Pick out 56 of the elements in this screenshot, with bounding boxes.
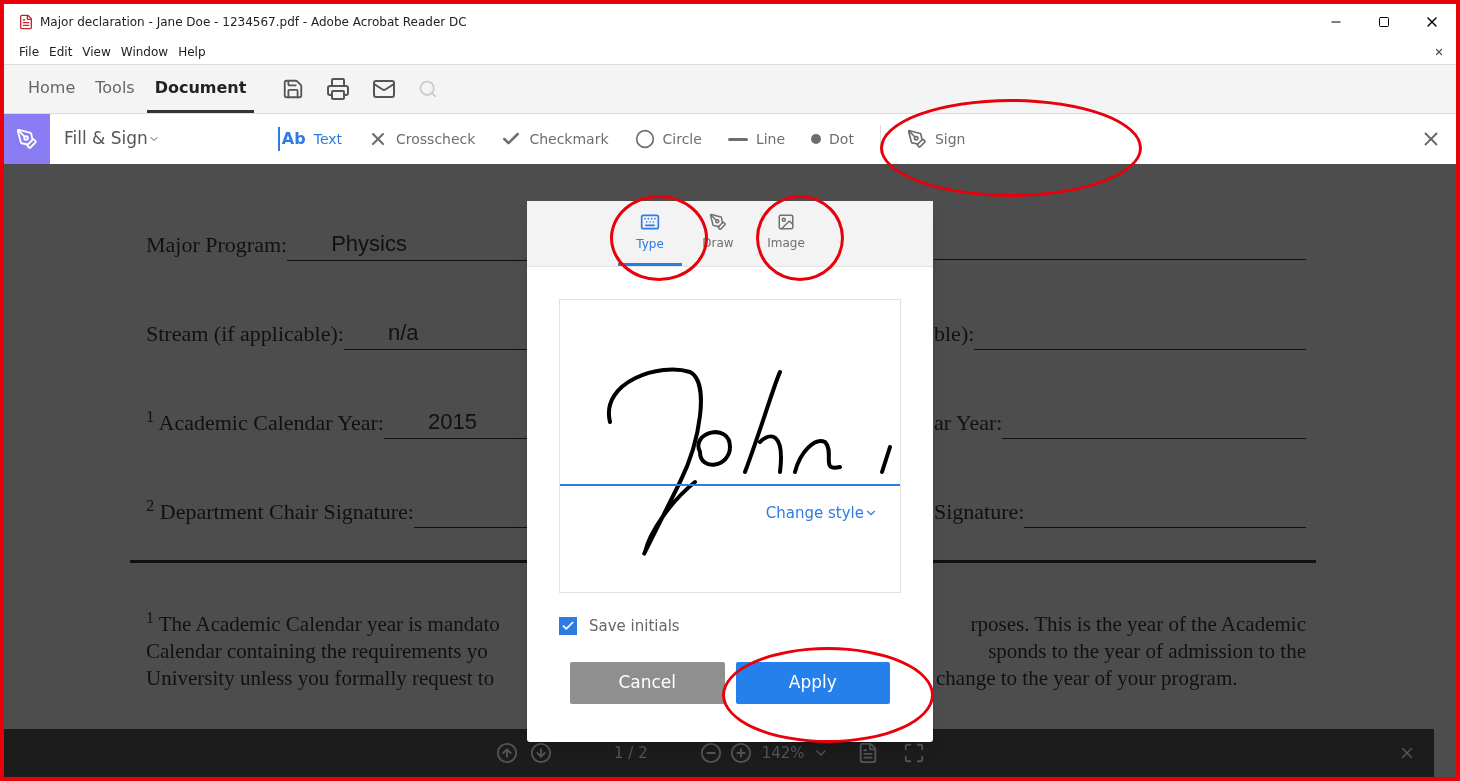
zoom-out-icon[interactable] <box>699 742 722 764</box>
menu-item[interactable]: Window <box>115 43 174 61</box>
tool-button[interactable]: Line <box>727 128 786 150</box>
pen-icon <box>709 212 727 231</box>
checkbox-label: Save initials <box>589 616 680 637</box>
line-icon <box>727 137 748 141</box>
tool-button[interactable]: Checkmark <box>501 128 609 150</box>
tool-button[interactable]: Dot <box>811 128 854 150</box>
signature-tab[interactable]: Type <box>618 201 682 266</box>
fill-sign-menu[interactable]: Fill & Sign <box>64 126 160 152</box>
window-title: Major declaration - Jane Doe - 1234567.pdf - Adobe Acrobat Reader DC <box>40 14 467 31</box>
footnote-text: $^{1}$ The Academic Calendar year is mandato <box>146 611 501 638</box>
field-label: Stream (if applicable): <box>146 320 344 348</box>
menu-item[interactable]: View <box>77 43 116 61</box>
save-icon[interactable] <box>282 78 305 100</box>
print-icon[interactable] <box>326 77 351 101</box>
search-icon[interactable] <box>418 79 439 99</box>
mail-icon[interactable] <box>372 77 397 101</box>
field-label: ble): <box>934 320 975 348</box>
previous-page-icon[interactable] <box>496 742 518 764</box>
tool-button[interactable]: Crosscheck <box>368 128 476 150</box>
image-icon <box>777 212 795 231</box>
menu-item[interactable]: Help <box>173 43 211 61</box>
cancel-button[interactable]: Cancel <box>570 661 725 704</box>
menu-item[interactable]: File <box>14 43 45 61</box>
field-label: $^{1}$ Academic Calendar Year: <box>146 406 384 437</box>
save-initials-checkbox[interactable] <box>559 617 577 636</box>
circle-icon <box>634 129 655 149</box>
field-label: $^{2}$ Department Chair Signature: <box>146 495 414 526</box>
tool-button[interactable]: Sign <box>906 128 966 150</box>
zoom-in-icon[interactable] <box>729 742 752 764</box>
signature-tab[interactable]: Image <box>754 201 818 266</box>
fit-page-icon[interactable] <box>902 742 925 764</box>
field-label: ar Year: <box>934 409 1003 437</box>
change-style-link[interactable]: Change style <box>765 502 878 525</box>
footnote-text: Calendar containing the requirements yo <box>146 638 489 665</box>
nav-tab[interactable]: Tools <box>87 65 143 113</box>
pdf-icon <box>18 14 34 30</box>
next-page-icon[interactable] <box>530 742 552 764</box>
nav-tab[interactable]: Home <box>20 65 84 113</box>
zoom-level: 142% <box>761 742 805 764</box>
tool-button[interactable]: Circle <box>634 128 702 150</box>
footnote-text: rposes. This is the year of the Academic <box>969 611 1306 638</box>
footnote-text: University unless you formally request to <box>146 665 496 692</box>
menu-item[interactable]: Edit <box>44 43 78 61</box>
page-number: 1 / 2 <box>614 742 648 764</box>
pen-icon <box>906 129 927 149</box>
field-label: Major Program: <box>146 231 288 259</box>
apply-button[interactable]: Apply <box>735 661 890 704</box>
field-label: Signature: <box>934 498 1025 526</box>
tool-button[interactable]: Ab Text <box>277 127 343 151</box>
close-icon[interactable] <box>1434 47 1444 57</box>
footnote-text: change to the year of your program. <box>936 665 1239 692</box>
footnote-text: sponds to the year of admission to the <box>987 638 1306 665</box>
maximize-icon[interactable] <box>1378 16 1390 28</box>
signature-box[interactable]: Change style <box>559 299 901 593</box>
